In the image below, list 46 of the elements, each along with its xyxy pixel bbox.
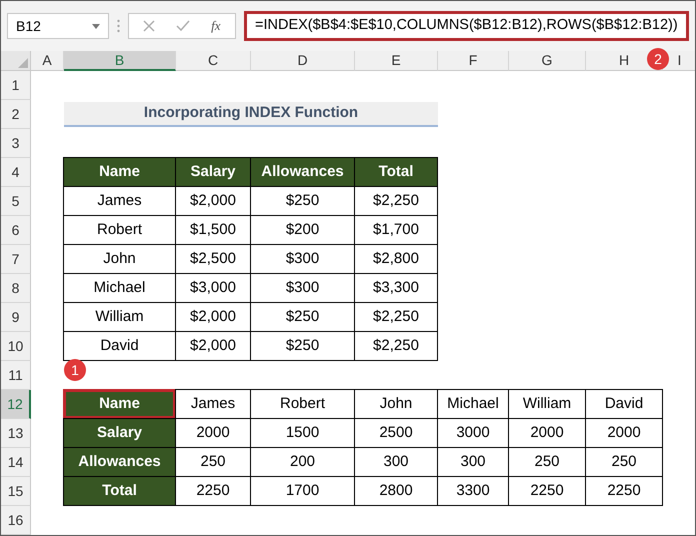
column-header[interactable]: C bbox=[208, 50, 218, 71]
formula-field[interactable]: =INDEX($B$4:$E$10,COLUMNS($B12:B12),ROWS($B$12:B12)) bbox=[244, 11, 689, 41]
row-header[interactable]: 2 bbox=[1, 100, 31, 129]
column-header[interactable]: D bbox=[297, 50, 308, 71]
row-header[interactable]: 3 bbox=[1, 129, 31, 158]
column-header[interactable]: F bbox=[468, 50, 478, 71]
drag-handle-icon bbox=[117, 19, 120, 33]
title-cell: Incorporating INDEX Function bbox=[64, 102, 438, 127]
table-cell: David bbox=[585, 389, 663, 419]
name-box[interactable]: B12 bbox=[7, 13, 109, 39]
row-header[interactable]: 6 bbox=[1, 216, 31, 245]
select-all-icon[interactable] bbox=[18, 58, 28, 68]
row-header[interactable]: 4 bbox=[1, 158, 31, 187]
row-header[interactable]: 1 bbox=[1, 71, 31, 100]
table-cell: 2250 bbox=[585, 476, 663, 506]
column-header[interactable]: I bbox=[678, 50, 682, 71]
row-header[interactable]: 7 bbox=[1, 245, 31, 274]
row-header[interactable]: 9 bbox=[1, 303, 31, 332]
header-cell: Salary bbox=[175, 157, 251, 187]
header-cell[interactable]: Allowances bbox=[63, 447, 176, 477]
header-cell[interactable]: Total bbox=[63, 476, 176, 506]
cancel-icon[interactable] bbox=[143, 20, 156, 32]
table-cell: David bbox=[63, 331, 176, 361]
row-header[interactable]: 13 bbox=[1, 419, 31, 448]
header-cell: Name bbox=[63, 157, 176, 187]
column-header[interactable]: G bbox=[542, 50, 552, 71]
dropdown-caret-icon bbox=[92, 24, 100, 28]
header-cell: Total bbox=[354, 157, 438, 187]
column-header[interactable]: H bbox=[618, 50, 630, 71]
column-header[interactable]: E bbox=[391, 50, 401, 71]
header-cell[interactable]: Name bbox=[63, 389, 176, 419]
row-header[interactable]: 16 bbox=[1, 506, 31, 535]
row-header[interactable]: 11 bbox=[1, 361, 31, 390]
row-header[interactable]: 14 bbox=[1, 448, 31, 477]
row-header[interactable]: 15 bbox=[1, 477, 31, 506]
column-header[interactable]: B bbox=[114, 50, 124, 70]
checkmark-icon[interactable] bbox=[176, 20, 190, 32]
row-header[interactable]: 5 bbox=[1, 187, 31, 216]
insert-function-button[interactable]: fx bbox=[211, 16, 221, 36]
row-header[interactable]: 8 bbox=[1, 274, 31, 303]
header-cell[interactable]: Salary bbox=[63, 418, 176, 448]
table-cell: $2,250 bbox=[354, 331, 438, 361]
table-cell: James bbox=[175, 389, 251, 419]
row-header[interactable]: 12 bbox=[1, 390, 31, 419]
header-cell: Allowances bbox=[250, 157, 355, 187]
row-header[interactable]: 10 bbox=[1, 332, 31, 361]
